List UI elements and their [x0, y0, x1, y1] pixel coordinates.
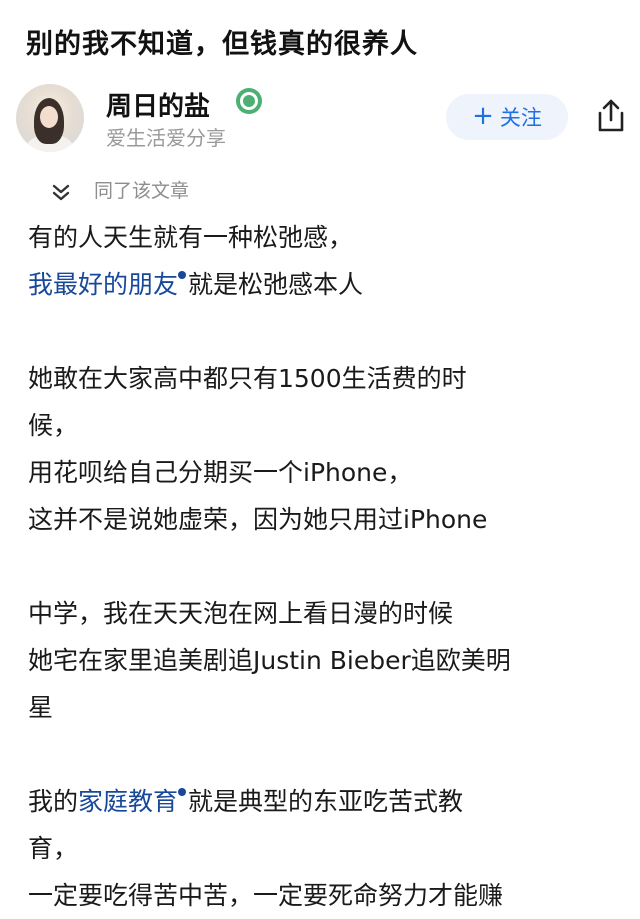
content-line: 她宅在家里追美剧追Justin Bieber追欧美明: [28, 646, 511, 675]
author-name[interactable]: 周日的盐: [106, 86, 210, 123]
content-line: 这并不是说她虚荣，因为她只用过iPhone: [28, 505, 488, 534]
avatar[interactable]: [16, 84, 84, 152]
content-text: 我的: [28, 787, 79, 816]
content-line: 星: [28, 693, 54, 722]
link-dot-icon: [178, 271, 187, 279]
answer-content: 有的人天生就有一种松弛感， 我最好的朋友 就是松弛感本人 她敢在大家高中都只有15…: [28, 214, 628, 919]
follow-button[interactable]: + 关注: [446, 94, 568, 140]
verified-badge-icon: [236, 88, 262, 114]
content-line: 我的家庭教育 就是典型的东亚吃苦式教: [28, 778, 628, 825]
link-dot-icon: [178, 788, 187, 796]
content-line: 用花呗给自己分期买一个iPhone，: [28, 458, 413, 487]
share-icon[interactable]: [594, 98, 628, 134]
content-text: 就是典型的东亚吃苦式教: [188, 787, 464, 816]
follow-label: 关注: [499, 106, 542, 130]
content-line: 有的人天生就有一种松弛感，: [28, 223, 354, 252]
agree-row[interactable]: 同了该文章: [44, 172, 344, 206]
content-line: 她敢在大家高中都只有1500生活费的时: [28, 364, 467, 393]
content-line: 中学，我在天天泡在网上看日漫的时候: [28, 599, 454, 628]
topic-link-best-friend[interactable]: 我最好的朋友: [28, 270, 178, 299]
question-title[interactable]: 别的我不知道，但钱真的很养人: [26, 22, 418, 61]
content-line: 我最好的朋友 就是松弛感本人: [28, 261, 628, 308]
content-line: 育，: [28, 834, 79, 863]
content-line: 候，: [28, 411, 79, 440]
chevron-down-icon: [52, 184, 70, 201]
agree-text: 同了该文章: [94, 180, 190, 202]
content-text: 就是松弛感本人: [188, 270, 364, 299]
author-description: 爱生活爱分享: [106, 126, 226, 150]
plus-icon: +: [472, 101, 494, 131]
content-line: 一定要吃得苦中苦，一定要死命努力才能赚: [28, 881, 504, 910]
author-row: 周日的盐 爱生活爱分享 + 关注: [0, 80, 640, 160]
topic-link-family-education[interactable]: 家庭教育: [78, 787, 178, 816]
